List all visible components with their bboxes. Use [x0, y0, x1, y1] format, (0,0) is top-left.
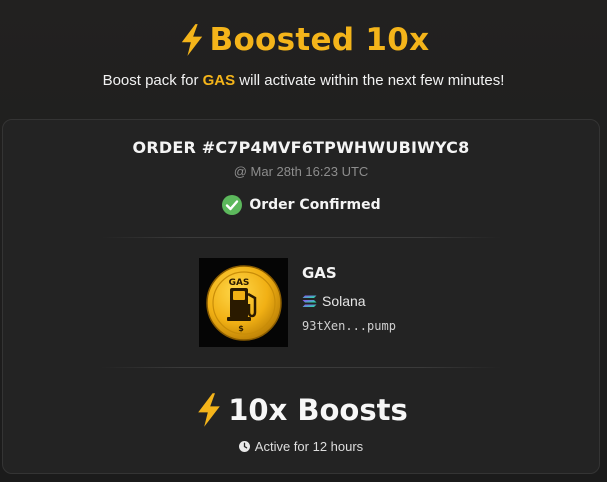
order-card: ORDER #C7P4MVF6TPWHWUBIWYC8 @ Mar 28th 1…	[2, 119, 600, 474]
check-circle-icon	[222, 195, 243, 215]
order-status: Order Confirmed	[3, 194, 599, 216]
chain-name: Solana	[322, 293, 366, 309]
token-info: GAS Solana 93tXen...pump	[302, 258, 396, 347]
token-logo: GAS $	[199, 258, 288, 347]
boost-label: 10x Boosts	[228, 393, 408, 427]
title-row: Boosted 10x	[0, 14, 607, 66]
gas-coin-icon: GAS $	[205, 264, 282, 341]
boost-duration: Active for 12 hours	[3, 439, 599, 454]
token-address[interactable]: 93tXen...pump	[302, 319, 396, 333]
order-timestamp: @ Mar 28th 16:23 UTC	[233, 164, 369, 179]
subtitle-token-name: GAS	[202, 72, 236, 89]
order-status-label: Order Confirmed	[249, 197, 381, 213]
order-id: ORDER #C7P4MVF6TPWHWUBIWYC8	[132, 138, 470, 157]
boost-duration-label: Active for 12 hours	[254, 439, 364, 454]
token-image-text: GAS	[228, 278, 249, 288]
subtitle-prefix: Boost pack for	[102, 72, 203, 89]
activation-message: Boost pack for GAS will activate within …	[0, 72, 607, 89]
divider	[101, 367, 501, 368]
solana-icon	[302, 295, 317, 307]
chain-row: Solana	[302, 293, 396, 309]
token-summary: GAS $ GAS Solana 93tXen...pump	[199, 258, 396, 347]
token-name: GAS	[302, 264, 337, 282]
boost-amount: 10x Boosts	[3, 392, 599, 428]
svg-text:$: $	[238, 324, 244, 333]
divider	[101, 237, 501, 238]
lightning-bolt-icon	[181, 24, 202, 56]
clock-icon	[238, 441, 250, 452]
success-header: Boosted 10x Boost pack for GAS will acti…	[0, 14, 607, 89]
lightning-bolt-icon	[198, 393, 221, 427]
page-title: Boosted 10x	[209, 22, 430, 58]
subtitle-suffix: will activate within the next few minute…	[235, 72, 505, 89]
